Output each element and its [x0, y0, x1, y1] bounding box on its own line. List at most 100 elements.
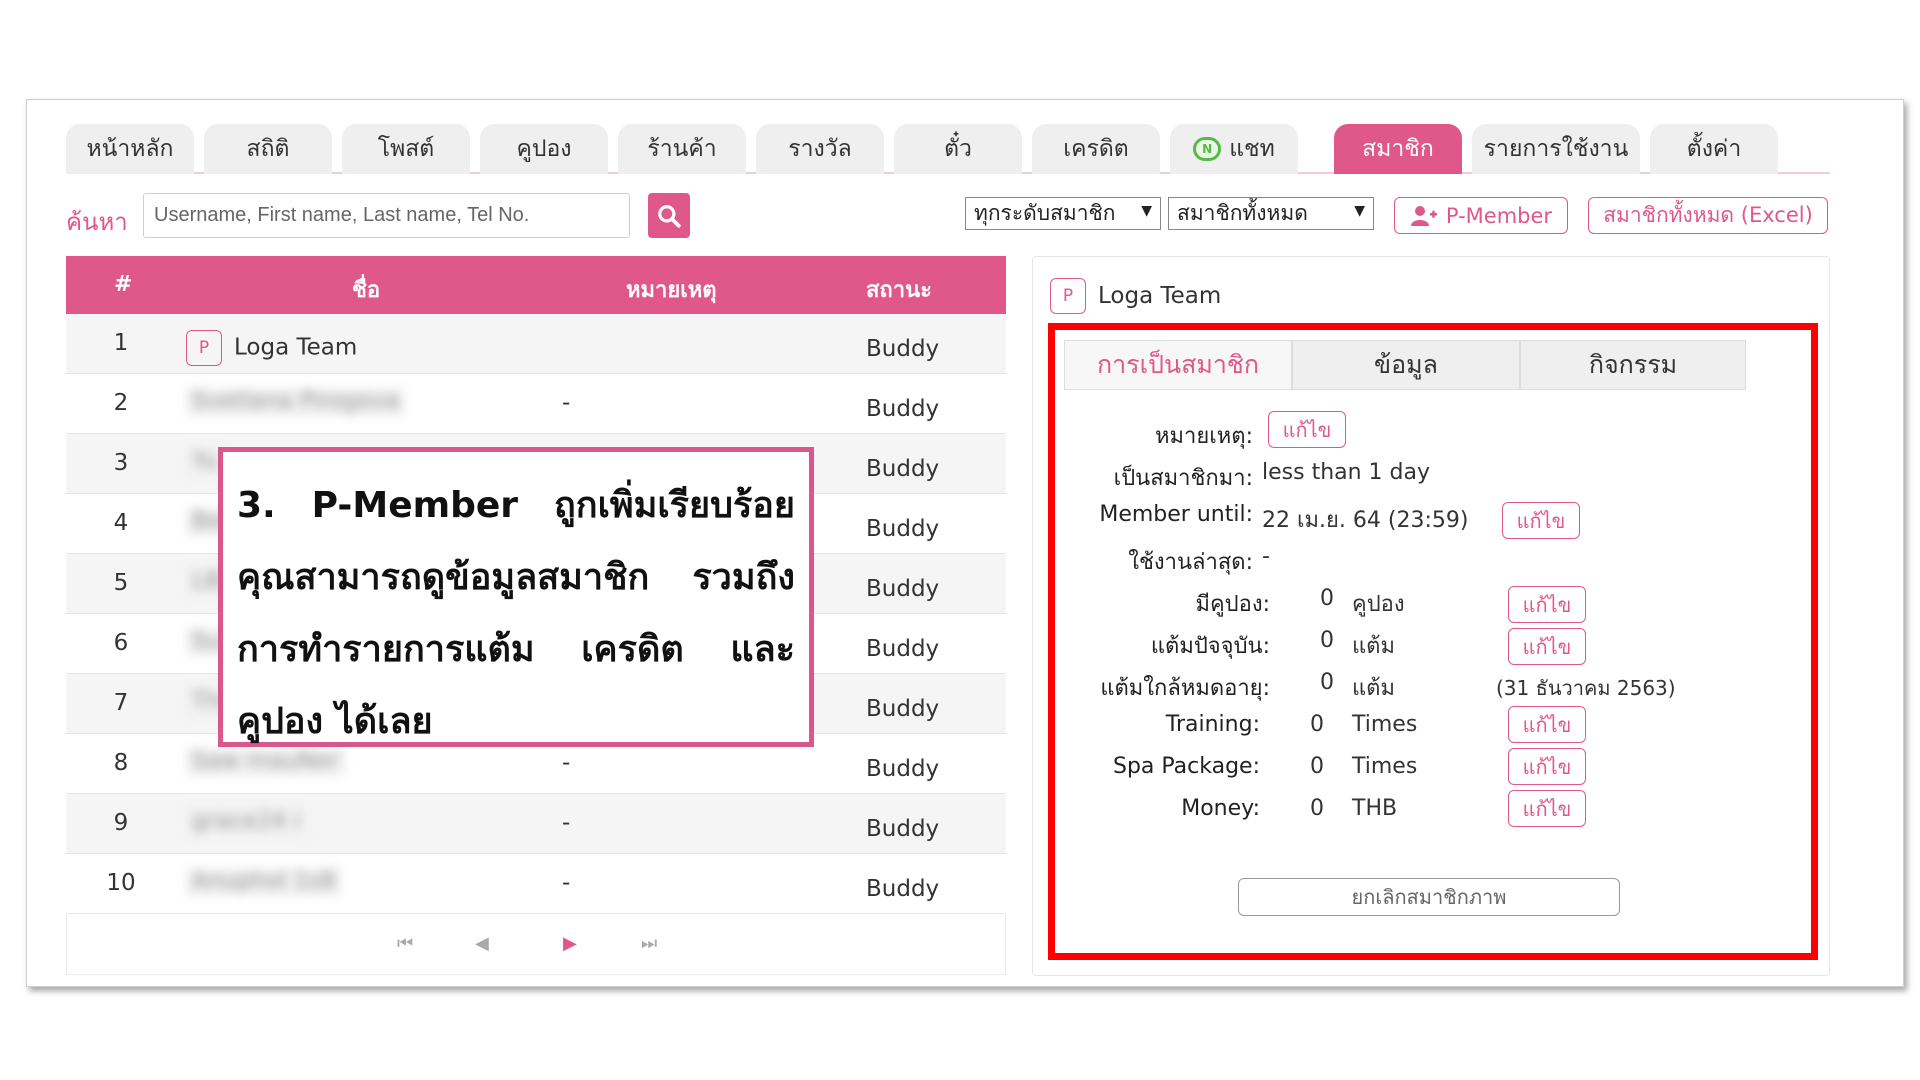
- tab-coupons[interactable]: คูปอง: [480, 124, 608, 174]
- instruction-callout: 3. P-Member ถูกเพิ่มเรียบร้อย คุณสามารถด…: [218, 447, 814, 747]
- main-tabs: หน้าหลัก สถิติ โพสต์ คูปอง ร้านค้า รางวั…: [66, 124, 1830, 174]
- tab-shop[interactable]: ร้านค้า: [618, 124, 746, 174]
- row-status: Buddy: [866, 456, 940, 482]
- table-row[interactable]: 1 P Loga Team Buddy: [66, 314, 1006, 374]
- spa-label: Spa Package:: [1112, 754, 1260, 779]
- member-filter-select[interactable]: สมาชิกทั้งหมด ▼: [1168, 197, 1374, 230]
- last-used-value: -: [1262, 544, 1270, 569]
- row-num: 8: [113, 750, 129, 776]
- button-label: P-Member: [1445, 203, 1553, 228]
- panel-title: P Loga Team: [1050, 278, 1221, 314]
- button-label: แก้ไข: [1522, 712, 1572, 737]
- col-note: หมายเหตุ: [626, 278, 717, 303]
- tab-home[interactable]: หน้าหลัก: [66, 124, 194, 174]
- search-button[interactable]: [648, 193, 690, 238]
- row-name-blurred: grace24 i: [186, 808, 306, 836]
- row-num: 1: [113, 330, 129, 356]
- button-label: แก้ไข: [1522, 796, 1572, 821]
- button-label: แก้ไข: [1522, 634, 1572, 659]
- tab-tickets[interactable]: ตั๋ว: [894, 124, 1022, 174]
- member-level-select[interactable]: ทุกระดับสมาชิก ▼: [965, 197, 1161, 230]
- row-num: 4: [113, 510, 129, 536]
- tab-membership[interactable]: การเป็นสมาชิก: [1064, 340, 1292, 390]
- row-note: -: [562, 810, 571, 836]
- row-status: Buddy: [866, 636, 940, 662]
- tab-rewards[interactable]: รางวัล: [756, 124, 884, 174]
- table-row[interactable]: 10 Anuphol 1s8 - Buddy: [66, 854, 1006, 914]
- points-unit: แต้ม: [1352, 634, 1395, 659]
- edit-spa-button[interactable]: แก้ไข: [1508, 748, 1586, 785]
- edit-points-button[interactable]: แก้ไข: [1508, 628, 1586, 665]
- tab-label: สมาชิก: [1362, 136, 1434, 162]
- row-status: Buddy: [866, 876, 940, 902]
- callout-text: 3. P-Member ถูกเพิ่มเรียบร้อย คุณสามารถด…: [237, 485, 795, 742]
- expiring-date: (31 ธันวาคม 2563): [1496, 676, 1676, 700]
- money-unit: THB: [1352, 796, 1398, 821]
- table-row[interactable]: 2 Svetlana Pirogova - Buddy: [66, 374, 1006, 434]
- table-row[interactable]: 9 grace24 i - Buddy: [66, 794, 1006, 854]
- first-page-icon[interactable]: ⏮: [397, 933, 413, 954]
- edit-training-button[interactable]: แก้ไข: [1508, 706, 1586, 743]
- tab-label: เครดิต: [1063, 136, 1129, 162]
- pagination: ⏮ ◀ ▶ ⏭: [66, 915, 1006, 975]
- row-status: Buddy: [866, 576, 940, 602]
- p-member-badge: P: [186, 330, 222, 366]
- row-num: 3: [113, 450, 129, 476]
- edit-money-button[interactable]: แก้ไข: [1508, 790, 1586, 827]
- cancel-membership-button[interactable]: ยกเลิกสมาชิกภาพ: [1238, 878, 1620, 916]
- select-value: ทุกระดับสมาชิก: [974, 201, 1116, 225]
- search-icon: [658, 204, 681, 228]
- tab-label: ตั้งค่า: [1686, 136, 1742, 162]
- edit-coupon-button[interactable]: แก้ไข: [1508, 586, 1586, 623]
- row-note: -: [562, 870, 571, 896]
- member-since-label: เป็นสมาชิกมา:: [1113, 466, 1253, 491]
- coupon-unit: คูปอง: [1352, 592, 1405, 617]
- chat-icon: N: [1193, 137, 1222, 161]
- row-status: Buddy: [866, 516, 940, 542]
- prev-page-icon[interactable]: ◀: [475, 933, 489, 954]
- export-excel-button[interactable]: สมาชิกทั้งหมด (Excel): [1588, 197, 1828, 234]
- tab-chat[interactable]: N แชท: [1170, 124, 1298, 174]
- row-status: Buddy: [866, 336, 940, 362]
- member-until-label: Member until:: [1099, 502, 1253, 527]
- caret-down-icon: ▼: [1141, 203, 1152, 219]
- add-pmember-button[interactable]: P-Member: [1394, 197, 1568, 234]
- search-label: ค้นหา: [66, 208, 128, 236]
- money-count: 0: [1310, 796, 1324, 821]
- tab-usage[interactable]: รายการใช้งาน: [1472, 124, 1640, 174]
- tab-label: กิจกรรม: [1588, 350, 1678, 379]
- edit-member-until-button[interactable]: แก้ไข: [1502, 502, 1580, 539]
- coupon-label: มีคูปอง:: [1195, 592, 1270, 617]
- coupon-count: 0: [1320, 586, 1334, 611]
- money-label: Money:: [1181, 796, 1260, 821]
- last-page-icon[interactable]: ⏭: [641, 933, 657, 954]
- tab-label: หน้าหลัก: [86, 136, 174, 162]
- tab-label: โพสต์: [377, 136, 435, 162]
- row-num: 6: [113, 630, 129, 656]
- tab-info[interactable]: ข้อมูล: [1292, 340, 1520, 390]
- spa-unit: Times: [1352, 754, 1418, 779]
- tab-label: ข้อมูล: [1374, 350, 1438, 379]
- row-name-text: Loga Team: [234, 334, 358, 361]
- row-num: 9: [113, 810, 129, 836]
- tab-settings[interactable]: ตั้งค่า: [1650, 124, 1778, 174]
- tab-posts[interactable]: โพสต์: [342, 124, 470, 174]
- tab-stats[interactable]: สถิติ: [204, 124, 332, 174]
- next-page-icon[interactable]: ▶: [563, 933, 577, 954]
- button-label: ยกเลิกสมาชิกภาพ: [1351, 885, 1507, 909]
- note-label: หมายเหตุ:: [1155, 424, 1253, 449]
- row-name-blurred: Anuphol 1s8: [186, 868, 342, 896]
- tab-label: แชท: [1229, 136, 1275, 162]
- row-name-blurred: Svetlana Pirogova: [186, 388, 405, 416]
- search-input[interactable]: [143, 193, 630, 238]
- tab-activity[interactable]: กิจกรรม: [1520, 340, 1746, 390]
- row-status: Buddy: [866, 816, 940, 842]
- last-used-label: ใช้งานล่าสุด:: [1128, 550, 1253, 575]
- button-label: สมาชิกทั้งหมด (Excel): [1603, 203, 1813, 227]
- tab-label: ร้านค้า: [647, 136, 717, 162]
- p-member-badge: P: [1050, 278, 1086, 314]
- tab-members[interactable]: สมาชิก: [1334, 124, 1462, 174]
- edit-note-button[interactable]: แก้ไข: [1268, 411, 1346, 448]
- panel-title-text: Loga Team: [1098, 283, 1222, 309]
- tab-credit[interactable]: เครดิต: [1032, 124, 1160, 174]
